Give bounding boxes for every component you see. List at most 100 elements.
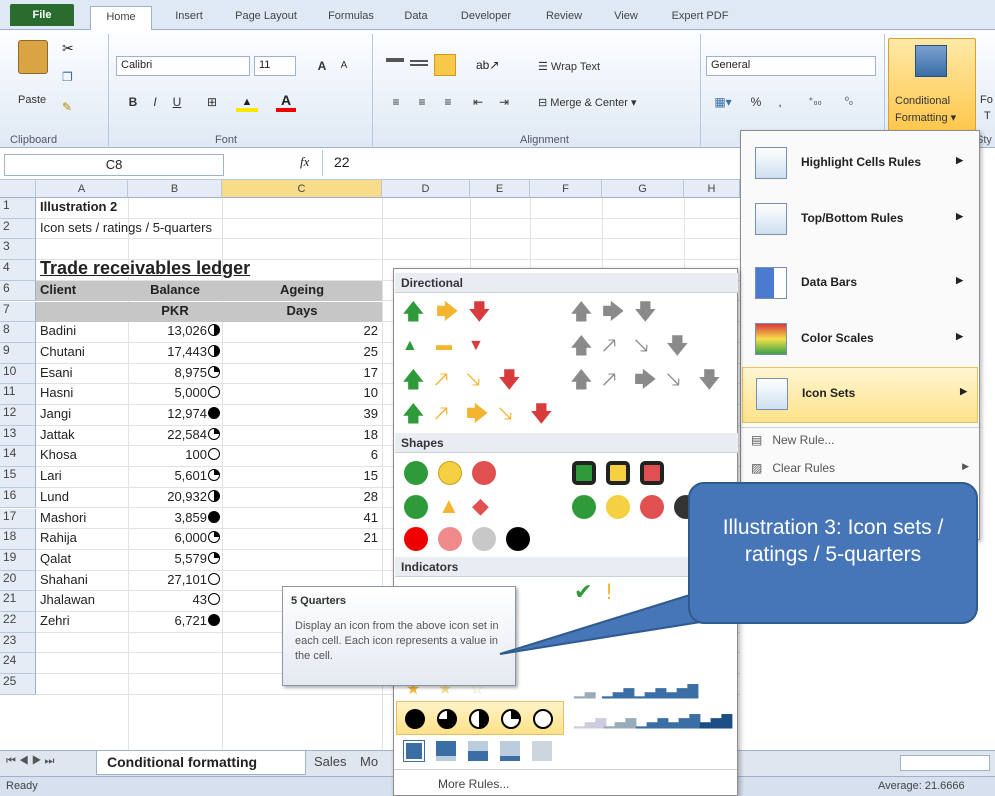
align-bottom-icon[interactable] [434,54,456,76]
column-header-f[interactable]: F [530,180,602,198]
iconset-3-traffic-lights-rimmed[interactable] [570,459,680,489]
orientation-icon[interactable]: ab↗ [476,58,499,72]
cell-balance[interactable]: 22,584 [128,427,222,442]
row-header[interactable]: 13 [0,425,36,447]
row-header[interactable]: 8 [0,322,36,343]
align-top-icon[interactable] [386,58,404,62]
menu-item-icon-sets[interactable]: Icon Sets ▶ [742,367,978,423]
iconset-3-arrows-gray[interactable]: 🡅 🡆 🡇 [570,299,670,329]
align-center-button[interactable]: ≡ [412,92,432,112]
row-header[interactable]: 2 [0,218,36,240]
tab-expert-pdf[interactable]: Expert PDF [660,6,740,30]
cell-ageing[interactable]: 10 [222,385,382,400]
bold-button[interactable]: B [124,92,142,112]
cell-balance[interactable]: 100 [128,447,222,462]
cell-client[interactable]: Mashori [36,510,128,525]
cell-balance[interactable]: PKR [128,303,222,318]
wrap-text-button[interactable]: ☰ Wrap Text [538,60,600,73]
row-header[interactable]: 19 [0,549,36,571]
iconset-5-arrows-colored[interactable]: 🡅 🡕 🡆 🡖 🡇 [402,401,572,431]
sheet-tab-conditional-formatting[interactable]: Conditional formatting [96,751,306,775]
cell-ageing[interactable]: 25 [222,344,382,359]
row-header[interactable]: 21 [0,591,36,612]
cell-balance[interactable]: 6,721 [128,613,222,628]
column-header-e[interactable]: E [470,180,530,198]
row-header[interactable]: 23 [0,632,36,654]
cell-ageing[interactable]: 41 [222,510,382,525]
menu-item-data-bars[interactable]: Data Bars ▶ [749,257,973,309]
cell-client[interactable]: Khosa [36,447,128,462]
column-header-a[interactable]: A [36,180,128,198]
tab-data[interactable]: Data [396,6,436,30]
menu-item-new-rule[interactable]: ▤ New Rule... [751,433,834,447]
menu-item-color-scales[interactable]: Color Scales ▶ [749,313,973,365]
iconset-3-triangles[interactable]: ▲ ▬ ▼ [402,333,512,363]
cell-client[interactable]: Jangi [36,406,128,421]
cell-ageing[interactable]: 39 [222,406,382,421]
iconset-3-signs[interactable]: ▲ ◆ [402,493,512,523]
cell-balance[interactable]: 43 [128,592,222,607]
accounting-format-button[interactable]: ▦▾ [708,92,738,112]
iconset-4-ratings[interactable]: ▁▃ ▁▃▅ ▁▃▅ ▃▅▇ [570,677,698,703]
cell-ageing[interactable]: 22 [222,323,382,338]
row-header[interactable]: 7 [0,301,36,323]
cell-client[interactable]: Illustration 2 [36,199,236,214]
increase-decimal-button[interactable]: ⁺₀₀ [800,92,830,112]
tab-view[interactable]: View [604,6,648,30]
row-header[interactable]: 9 [0,342,36,364]
fx-icon[interactable]: fx [300,154,309,170]
cell-client[interactable]: Chutani [36,344,128,359]
row-header[interactable]: 3 [0,239,36,261]
horizontal-scrollbar[interactable] [900,755,990,771]
cell-ageing[interactable]: 21 [222,530,382,545]
column-header-d[interactable]: D [382,180,470,198]
cell-client[interactable]: Jattak [36,427,128,442]
column-header-c[interactable]: C [222,180,382,198]
cell-client[interactable]: Hasni [36,385,128,400]
cell-client[interactable]: Lund [36,489,128,504]
underline-button[interactable]: U [168,92,186,112]
row-header[interactable]: 24 [0,653,36,675]
grow-font-button[interactable]: A [312,56,332,76]
select-all-corner[interactable] [0,180,36,198]
cell-ageing[interactable]: Days [222,303,382,318]
font-size-select[interactable]: 11 [254,56,296,76]
align-left-button[interactable]: ≡ [386,92,406,112]
cell-balance[interactable]: 5,601 [128,468,222,483]
format-as-table-label[interactable]: Fo [980,94,993,106]
sheet-tab-mo[interactable]: Mo [360,754,390,769]
iconset-4-arrows-gray[interactable]: 🡅 🡕 🡖 🡇 [570,333,710,363]
align-middle-icon[interactable] [410,60,428,66]
cell-ageing[interactable]: 18 [222,427,382,442]
increase-indent-button[interactable]: ⇥ [494,92,514,112]
cell-balance[interactable]: 5,000 [128,385,222,400]
cell-balance[interactable]: 8,975 [128,365,222,380]
cell-balance[interactable]: 13,026 [128,323,222,338]
decrease-indent-button[interactable]: ⇤ [468,92,488,112]
tab-formulas[interactable]: Formulas [318,6,384,30]
cell-client[interactable]: Trade receivables ledger [36,258,376,279]
iconset-4-arrows-colored[interactable]: 🡅 🡕 🡖 🡇 [402,367,542,397]
cell-client[interactable]: Qalat [36,551,128,566]
iconset-5-ratings[interactable]: ▁▃▅ ▁▃▅ ▁▃▅ ▃▅▇ ▃▅▇ [570,707,735,733]
align-right-button[interactable]: ≡ [438,92,458,112]
cell-client[interactable]: Esani [36,365,128,380]
column-header-b[interactable]: B [128,180,222,198]
iconset-red-to-black[interactable] [402,525,542,555]
formula-input[interactable]: 22 [334,154,350,170]
cell-balance[interactable]: 17,443 [128,344,222,359]
cell-client[interactable]: Jhalawan [36,592,128,607]
cell-balance[interactable]: 5,579 [128,551,222,566]
format-as-table-label-2[interactable]: T [984,110,991,122]
row-header[interactable]: 4 [0,260,36,281]
menu-item-clear-rules[interactable]: ▨ Clear Rules ▶ [751,461,969,475]
column-header-h[interactable]: H [684,180,740,198]
decrease-decimal-button[interactable]: ⁰₀ [834,92,864,112]
iconset-5-quarters[interactable] [396,701,564,735]
sheet-tab-sales[interactable]: Sales [302,754,359,769]
cell-client[interactable]: Zehri [36,613,128,628]
cell-balance[interactable]: 27,101 [128,572,222,587]
shrink-font-button[interactable]: A [334,56,354,76]
conditional-formatting-button[interactable]: Conditional Formatting ▾ [888,38,976,134]
cell-balance[interactable]: 20,932 [128,489,222,504]
